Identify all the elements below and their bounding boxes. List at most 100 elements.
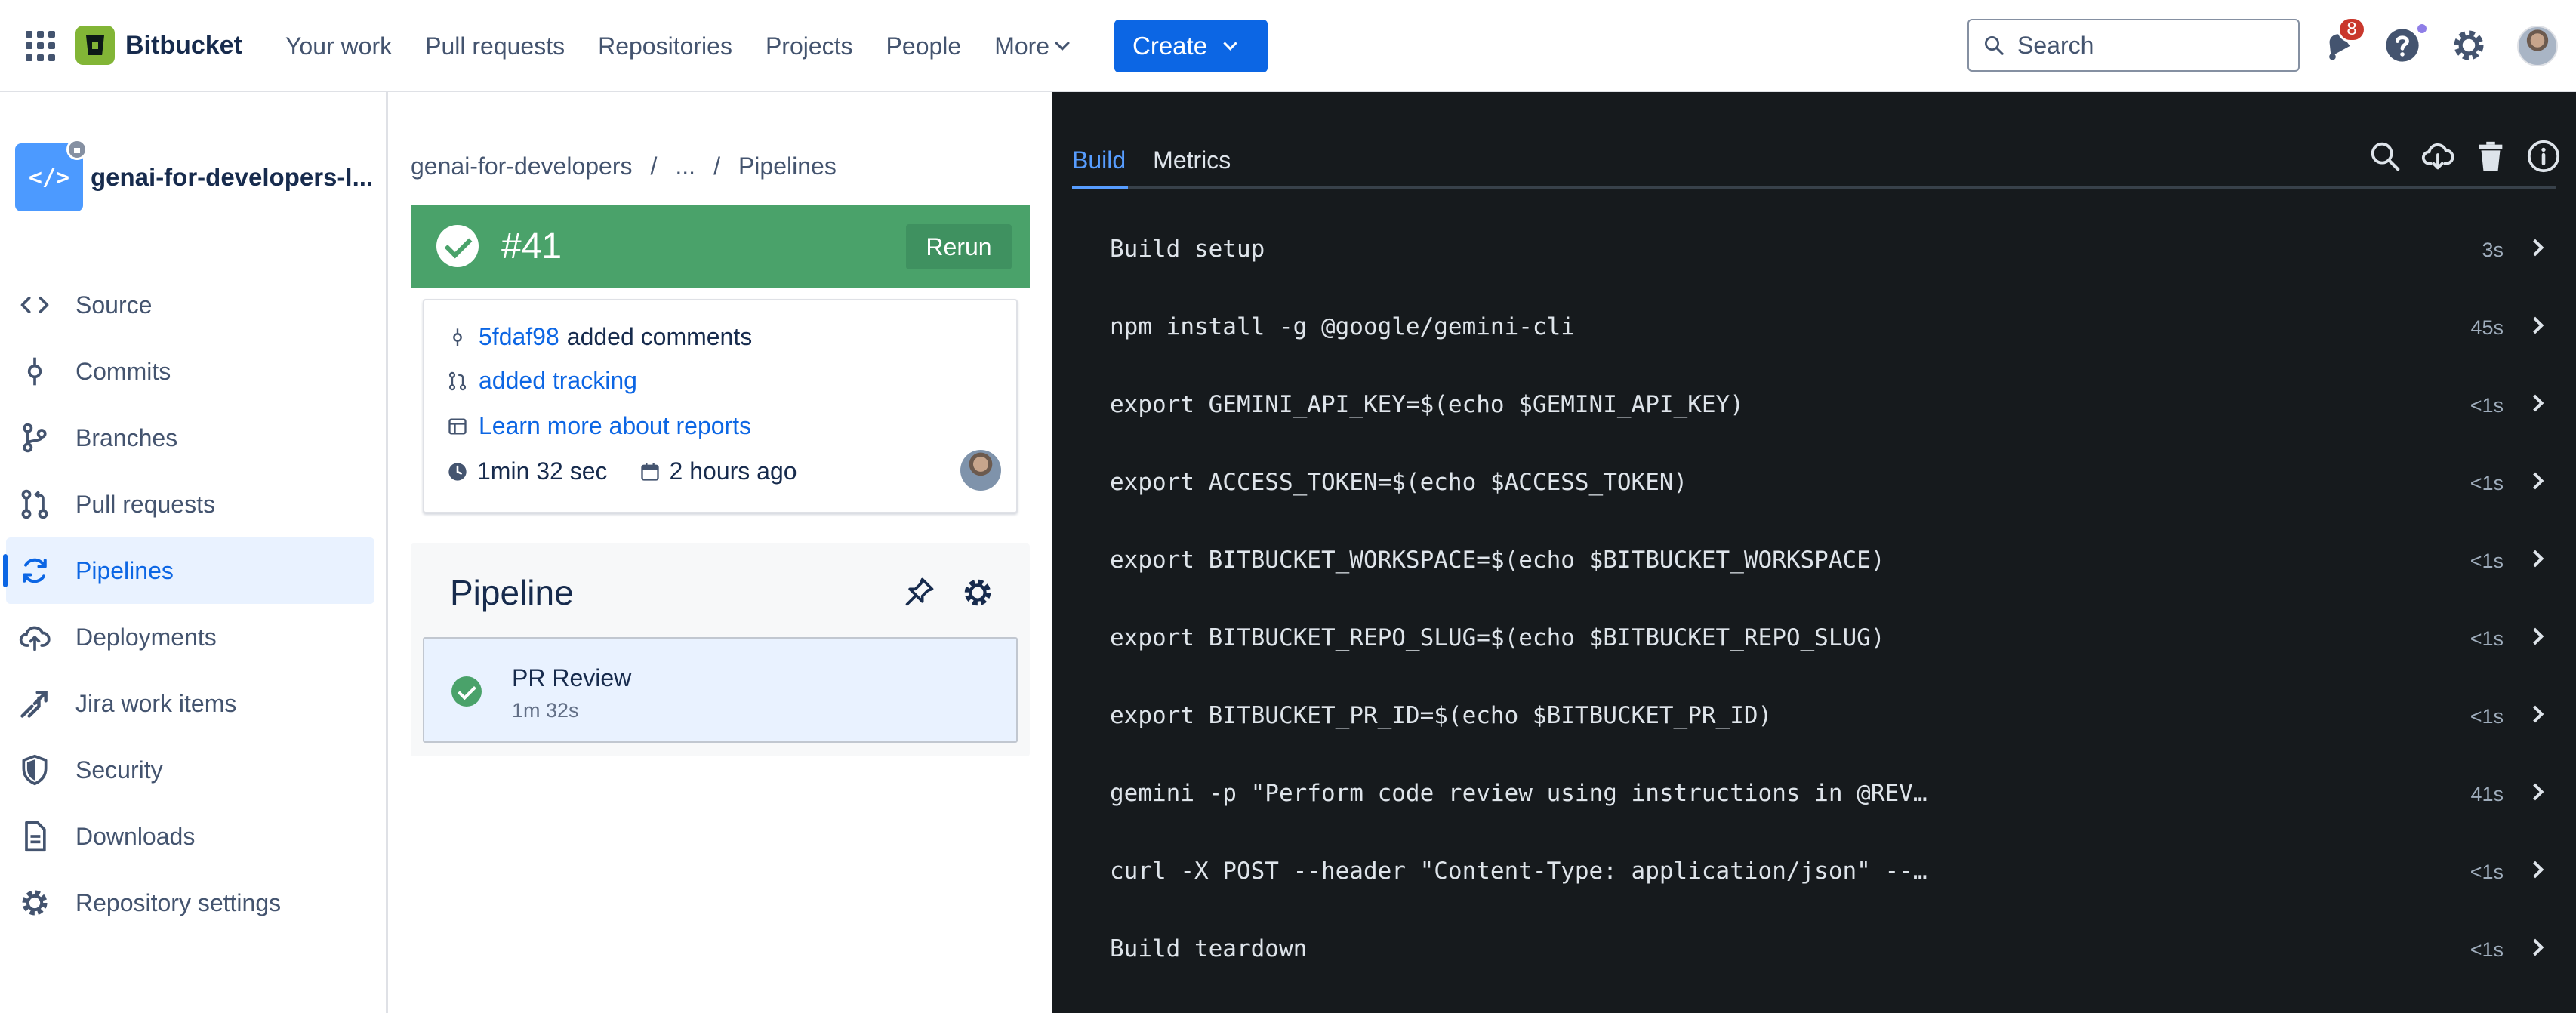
sidebar-item-commits[interactable]: Commits (0, 338, 388, 405)
step-command: export BITBUCKET_PR_ID=$(echo $BITBUCKET… (1110, 702, 1773, 729)
active-tab-indicator (1072, 186, 1128, 189)
pipeline-title: Pipeline (450, 573, 574, 612)
sidebar-item-pull-requests[interactable]: Pull requests (0, 471, 388, 537)
sidebar-item-source[interactable]: Source (0, 272, 388, 338)
step-duration: <1s (2470, 550, 2504, 572)
repository-menu: Source Commits Branches Pull requests Pi… (0, 272, 388, 936)
chevron-down-icon (1223, 35, 1237, 51)
step-duration: <1s (2470, 861, 2504, 883)
breadcrumb-ellipsis[interactable]: ... (675, 152, 695, 180)
sidebar-item-security[interactable]: Security (0, 737, 388, 803)
chevron-right-icon (2526, 550, 2544, 568)
info-icon[interactable] (2526, 139, 2561, 174)
log-step[interactable]: export BITBUCKET_REPO_SLUG=$(echo $BITBU… (1052, 611, 2576, 688)
log-step[interactable]: npm install -g @google/gemini-cli 45s (1052, 300, 2576, 377)
build-time-ago: 2 hours ago (669, 457, 797, 485)
nav-your-work[interactable]: Your work (285, 32, 392, 60)
author-avatar[interactable] (960, 450, 1001, 491)
settings-gear-icon[interactable] (2449, 26, 2488, 65)
bitbucket-logo-icon (75, 26, 115, 65)
create-button[interactable]: Create (1114, 20, 1268, 72)
log-step[interactable]: export BITBUCKET_WORKSPACE=$(echo $BITBU… (1052, 533, 2576, 611)
build-number: #41 (501, 226, 562, 266)
log-step[interactable]: export ACCESS_TOKEN=$(echo $ACCESS_TOKEN… (1052, 455, 2576, 533)
search-input[interactable]: Search (1967, 19, 2300, 72)
log-step[interactable]: Build setup 3s (1052, 222, 2576, 300)
pull-request-icon (21, 489, 48, 519)
commit-line: 5fdaf98 added comments (447, 323, 752, 351)
log-step[interactable]: Build teardown <1s (1052, 922, 2576, 999)
build-status-header: #41 Rerun (411, 205, 1030, 288)
log-toolbar (2350, 139, 2561, 174)
file-icon (25, 821, 46, 852)
success-check-icon (436, 225, 479, 267)
sidebar-item-deployments[interactable]: Deployments (0, 604, 388, 670)
build-details-card: 5fdaf98 added comments added tracking Le… (423, 299, 1018, 513)
breadcrumb-separator: / (713, 152, 720, 180)
sidebar-item-label: Jira work items (75, 689, 237, 717)
sidebar-item-pipelines[interactable]: Pipelines (3, 537, 374, 604)
chevron-right-icon (2526, 472, 2544, 490)
chevron-right-icon (2526, 938, 2544, 956)
step-command: export ACCESS_TOKEN=$(echo $ACCESS_TOKEN… (1110, 469, 1688, 496)
pipeline-settings-gear-icon[interactable] (960, 575, 995, 610)
nav-more-label: More (994, 32, 1050, 60)
step-duration: 3s (2482, 239, 2504, 261)
log-step[interactable]: gemini -p "Perform code review using ins… (1052, 766, 2576, 844)
commit-hash-link[interactable]: 5fdaf98 (479, 323, 559, 351)
app-name: Bitbucket (125, 30, 242, 60)
user-avatar[interactable] (2517, 26, 2558, 66)
gear-icon (22, 890, 48, 916)
pull-request-link[interactable]: added tracking (479, 367, 637, 395)
reports-line: Learn more about reports (447, 412, 751, 440)
chevron-right-icon (2526, 861, 2544, 879)
log-step[interactable]: export BITBUCKET_PR_ID=$(echo $BITBUCKET… (1052, 688, 2576, 766)
download-icon[interactable] (2420, 139, 2455, 174)
step-command: export GEMINI_API_KEY=$(echo $GEMINI_API… (1110, 391, 1744, 418)
nav-projects[interactable]: Projects (766, 32, 853, 60)
breadcrumb-separator: / (650, 152, 658, 180)
sidebar-item-jira-work-items[interactable]: Jira work items (0, 670, 388, 737)
pipeline-step-card[interactable]: PR Review 1m 32s (423, 637, 1018, 743)
log-step[interactable]: curl -X POST --header "Content-Type: app… (1052, 844, 2576, 922)
pin-icon[interactable] (903, 575, 936, 608)
notification-count-badge: 8 (2337, 17, 2366, 42)
sidebar-item-repository-settings[interactable]: Repository settings (0, 870, 388, 936)
build-duration: 1min 32 sec (477, 457, 608, 485)
commit-icon (27, 357, 42, 386)
repository-header[interactable]: </> genai-for-developers-l... (15, 139, 385, 211)
bitbucket-logo[interactable]: Bitbucket (75, 26, 242, 65)
chevron-right-icon (2526, 783, 2544, 801)
breadcrumb-pipelines[interactable]: Pipelines (738, 152, 837, 180)
rerun-button[interactable]: Rerun (906, 224, 1012, 269)
sidebar-item-label: Pipelines (75, 556, 174, 584)
sidebar-item-downloads[interactable]: Downloads (0, 803, 388, 870)
trash-icon[interactable] (2473, 139, 2508, 174)
repository-sidebar: </> genai-for-developers-l... Source Com… (0, 92, 388, 1013)
step-duration: 1m 32s (512, 699, 579, 722)
nav-repositories[interactable]: Repositories (598, 32, 732, 60)
jira-icon (20, 691, 48, 718)
step-duration: 45s (2470, 316, 2504, 339)
chevron-down-icon (1055, 35, 1070, 51)
nav-more-dropdown[interactable]: More (994, 32, 1070, 60)
nav-people[interactable]: People (886, 32, 962, 60)
chevron-right-icon (2526, 394, 2544, 412)
search-icon[interactable] (2368, 139, 2402, 174)
step-command: export BITBUCKET_WORKSPACE=$(echo $BITBU… (1110, 547, 1885, 574)
commit-icon (453, 328, 462, 346)
tab-build[interactable]: Build (1072, 146, 1126, 186)
calendar-icon (640, 462, 659, 481)
log-step[interactable]: export GEMINI_API_KEY=$(echo $GEMINI_API… (1052, 377, 2576, 455)
sidebar-item-branches[interactable]: Branches (0, 405, 388, 471)
breadcrumb-repository[interactable]: genai-for-developers (411, 152, 633, 180)
step-command: Build teardown (1110, 935, 1308, 962)
app-switcher-icon[interactable] (26, 31, 56, 61)
chevron-right-icon (2526, 627, 2544, 645)
tab-metrics[interactable]: Metrics (1153, 146, 1231, 186)
learn-more-reports-link[interactable]: Learn more about reports (479, 412, 751, 440)
report-icon (448, 418, 467, 434)
sidebar-item-label: Branches (75, 423, 178, 451)
nav-pull-requests[interactable]: Pull requests (425, 32, 565, 60)
sidebar-item-label: Commits (75, 357, 171, 385)
